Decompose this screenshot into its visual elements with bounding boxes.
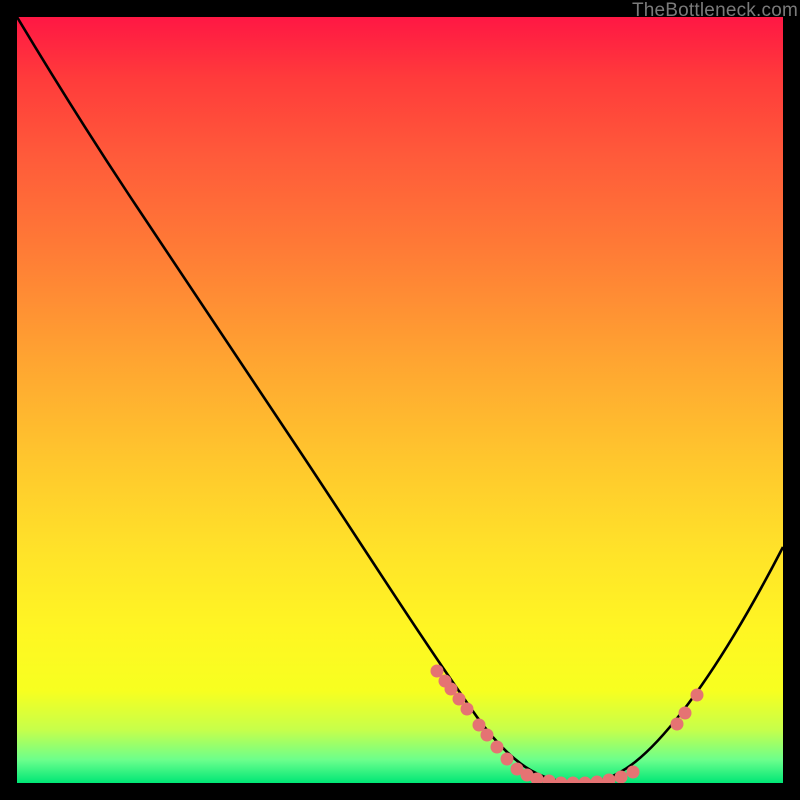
curve-marker (679, 707, 692, 720)
curve-marker (691, 689, 704, 702)
curve-marker (461, 703, 474, 716)
curve-marker (501, 753, 514, 766)
curve-marker (671, 718, 684, 731)
curve-marker (615, 771, 628, 784)
curve-marker (481, 729, 494, 742)
curve-marker (555, 777, 568, 784)
chart-frame (17, 17, 783, 783)
curve-marker (491, 741, 504, 754)
curve-marker (567, 777, 580, 784)
curve-marker (627, 766, 640, 779)
marker-group (431, 665, 704, 784)
bottleneck-curve-path (17, 17, 783, 783)
curve-marker (579, 777, 592, 784)
bottleneck-chart (17, 17, 783, 783)
curve-marker (591, 776, 604, 784)
